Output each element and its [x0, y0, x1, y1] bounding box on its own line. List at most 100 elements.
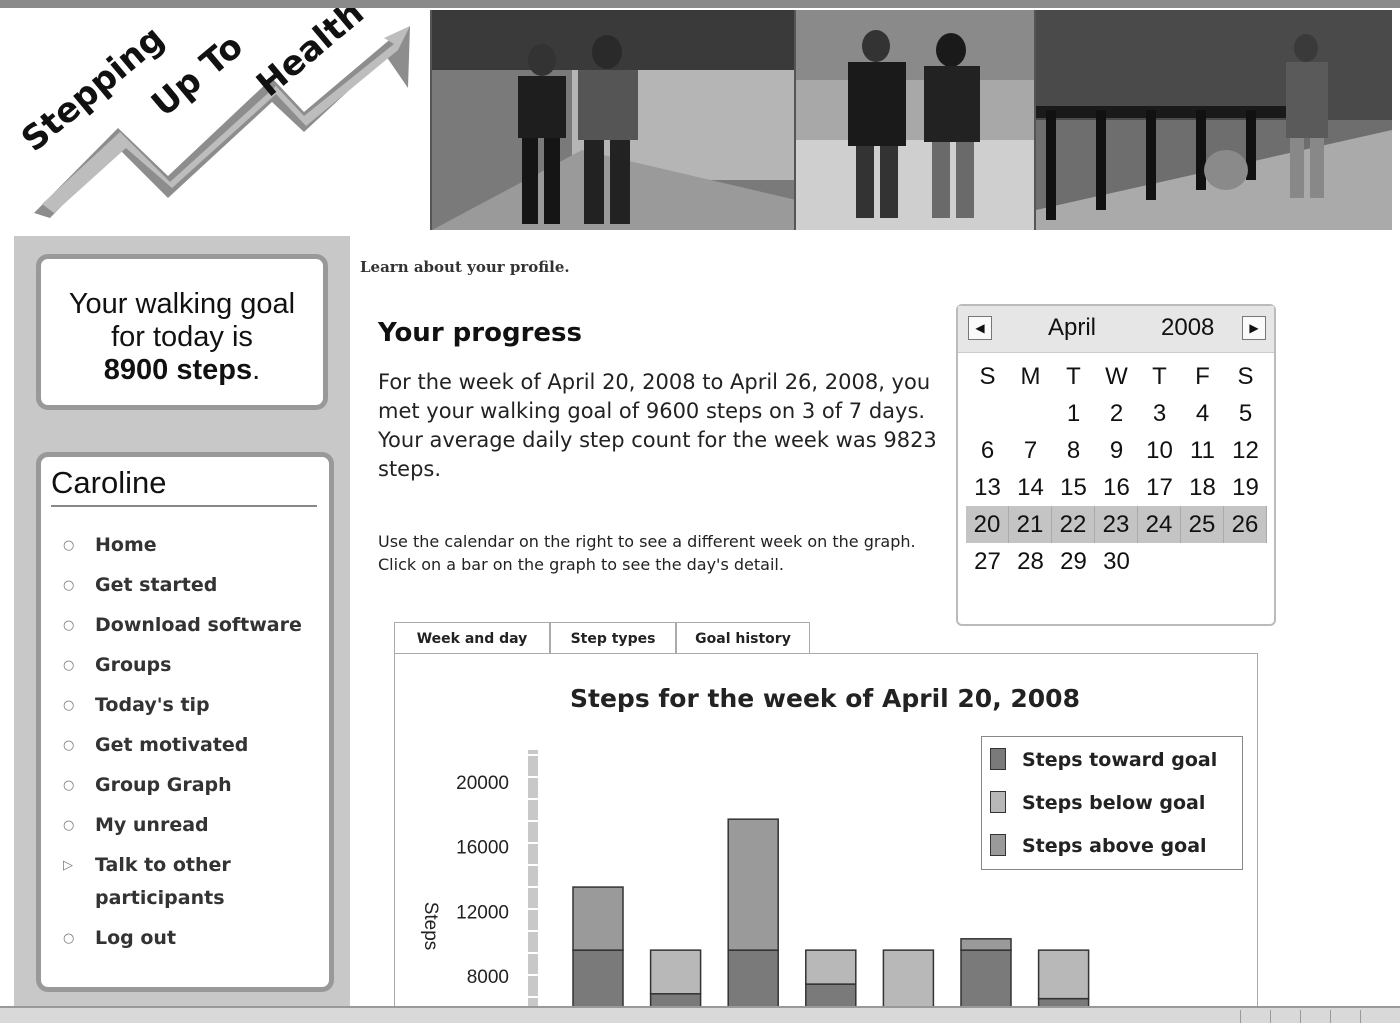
- nav-item-download-software[interactable]: ○ Download software: [55, 609, 315, 642]
- user-menu-box: Caroline ○ Home ○ Get started ○ Download so…: [36, 452, 334, 992]
- nav-item-get-started[interactable]: ○ Get started: [55, 569, 315, 602]
- calendar-day[interactable]: 18: [1181, 469, 1224, 506]
- nav-item-todays-tip[interactable]: ○ Today's tip: [55, 689, 315, 722]
- tab-step-types[interactable]: Step types: [550, 622, 676, 654]
- y-axis-band-gap: [528, 754, 538, 756]
- calendar-day[interactable]: 11: [1181, 432, 1224, 469]
- calendar-day[interactable]: 22: [1052, 506, 1095, 543]
- calendar-day[interactable]: 6: [966, 432, 1009, 469]
- y-axis-band-gap: [528, 842, 538, 844]
- nav-item-home[interactable]: ○ Home: [55, 529, 315, 562]
- calendar-day[interactable]: 29: [1052, 543, 1095, 580]
- nav-item-groups[interactable]: ○ Groups: [55, 649, 315, 682]
- calendar-day[interactable]: 24: [1138, 506, 1181, 543]
- calendar-month: April: [1048, 314, 1097, 341]
- calendar-day[interactable]: 21: [1009, 506, 1052, 543]
- bar-segment-steps-below-goal: [649, 949, 702, 995]
- chart-legend: Steps toward goal Steps below goal Steps…: [981, 736, 1243, 870]
- weekday-label: M: [1020, 363, 1041, 390]
- calendar-day[interactable]: 4: [1181, 395, 1224, 432]
- progress-summary: For the week of April 20, 2008 to April …: [378, 370, 937, 481]
- calendar-empty-cell: [1138, 543, 1181, 580]
- main-content: Learn about your profile. Your progress …: [350, 236, 1392, 1013]
- next-month-icon[interactable]: ▶: [1242, 316, 1266, 340]
- photo-couple-snow: [794, 10, 1036, 230]
- learn-profile-link[interactable]: Learn about your profile.: [360, 258, 570, 276]
- y-tick-label: 12000: [456, 902, 509, 923]
- calendar-day[interactable]: 1: [1052, 395, 1095, 432]
- username: Caroline: [51, 465, 167, 500]
- chart-panel: Steps 8000 12000 16000 20000 Steps for the w…: [394, 653, 1258, 1013]
- y-axis-band-gap: [528, 776, 538, 778]
- site-logo[interactable]: Stepping Up To Health: [14, 0, 434, 234]
- bar-segment-steps-below-goal: [1037, 949, 1090, 1000]
- calendar-year: 2008: [1161, 314, 1215, 341]
- y-axis-band-gap: [528, 952, 538, 954]
- calendar-day[interactable]: 20: [966, 506, 1009, 543]
- bar-segment-steps-above-goal: [572, 886, 624, 951]
- tab-goal-history[interactable]: Goal history: [676, 622, 810, 654]
- prev-month-icon[interactable]: ◀: [968, 316, 992, 340]
- calendar-day[interactable]: 5: [1224, 395, 1267, 432]
- calendar-day[interactable]: 12: [1224, 432, 1267, 469]
- weekday-header-row: SMTWTFS: [966, 358, 1267, 395]
- calendar-day[interactable]: 15: [1052, 469, 1095, 506]
- calendar-empty-cell: [1224, 543, 1267, 580]
- calendar-day[interactable]: 19: [1224, 469, 1267, 506]
- bar-segment-steps-toward-goal: [960, 949, 1012, 1010]
- logo-word-3: Health: [249, 8, 372, 105]
- weekday-label: T: [1066, 363, 1081, 390]
- calendar-day[interactable]: 9: [1095, 432, 1138, 469]
- y-axis-band-gap: [528, 974, 538, 976]
- calendar-day[interactable]: 7: [1009, 432, 1052, 469]
- calendar-day[interactable]: 27: [966, 543, 1009, 580]
- bar-segment-steps-above-goal: [727, 818, 779, 951]
- legend-swatch-below: [990, 791, 1006, 813]
- calendar-day[interactable]: 13: [966, 469, 1009, 506]
- progress-title: Your progress: [378, 318, 583, 348]
- weekday-label: F: [1195, 363, 1210, 390]
- y-axis-band-gap: [528, 908, 538, 910]
- bullet-icon: ○: [63, 931, 75, 946]
- y-axis-band-gap: [528, 798, 538, 800]
- nav-item-log-out[interactable]: ○ Log out: [55, 922, 315, 955]
- calendar-day[interactable]: 28: [1009, 543, 1052, 580]
- goal-steps: 8900 steps: [103, 354, 253, 386]
- bullet-icon: ○: [63, 818, 75, 833]
- calendar-day[interactable]: 8: [1052, 432, 1095, 469]
- status-divider: [1240, 1010, 1241, 1023]
- calendar-day[interactable]: 25: [1181, 506, 1224, 543]
- calendar-day[interactable]: 3: [1138, 395, 1181, 432]
- sidebar: Your walking goal for today is 8900 step…: [14, 236, 350, 1006]
- status-divider: [1360, 1010, 1361, 1023]
- calendar-day[interactable]: 16: [1095, 469, 1138, 506]
- calendar-day[interactable]: 10: [1138, 432, 1181, 469]
- calendar-empty-cell: [966, 395, 1009, 432]
- weekday-label: T: [1152, 363, 1167, 390]
- y-axis-band-gap: [528, 886, 538, 888]
- calendar-day[interactable]: 30: [1095, 543, 1138, 580]
- bullet-icon: ○: [63, 618, 75, 633]
- goal-line-1: Your walking goal: [68, 288, 296, 320]
- calendar-day[interactable]: 17: [1138, 469, 1181, 506]
- calendar-day[interactable]: 26: [1224, 506, 1267, 543]
- nav-item-get-motivated[interactable]: ○ Get motivated: [55, 729, 315, 762]
- calendar-day[interactable]: 14: [1009, 469, 1052, 506]
- nav-item-talk-to-participants[interactable]: ▷ Talk to other participants: [55, 849, 285, 915]
- calendar-empty-cell: [1009, 395, 1052, 432]
- tab-week-and-day[interactable]: Week and day: [394, 622, 550, 656]
- top-border: [0, 0, 1400, 8]
- bar-segment-steps-toward-goal: [572, 949, 624, 1010]
- calendar-empty-cell: [1181, 543, 1224, 580]
- calendar-week-row: 13 14 15 16 17 18 19: [966, 469, 1267, 506]
- bar-segment-steps-toward-goal: [805, 983, 857, 1010]
- calendar-day[interactable]: 23: [1095, 506, 1138, 543]
- nav-item-group-graph[interactable]: ○ Group Graph: [55, 769, 315, 802]
- y-axis-label: Steps: [420, 902, 441, 951]
- nav-list: ○ Home ○ Get started ○ Download software ○ G…: [55, 529, 315, 962]
- y-axis-band-gap: [528, 864, 538, 866]
- calendar-day[interactable]: 2: [1095, 395, 1138, 432]
- y-tick-label: 20000: [456, 773, 509, 794]
- y-tick-label: 8000: [467, 967, 509, 988]
- nav-item-my-unread[interactable]: ○ My unread: [55, 809, 315, 842]
